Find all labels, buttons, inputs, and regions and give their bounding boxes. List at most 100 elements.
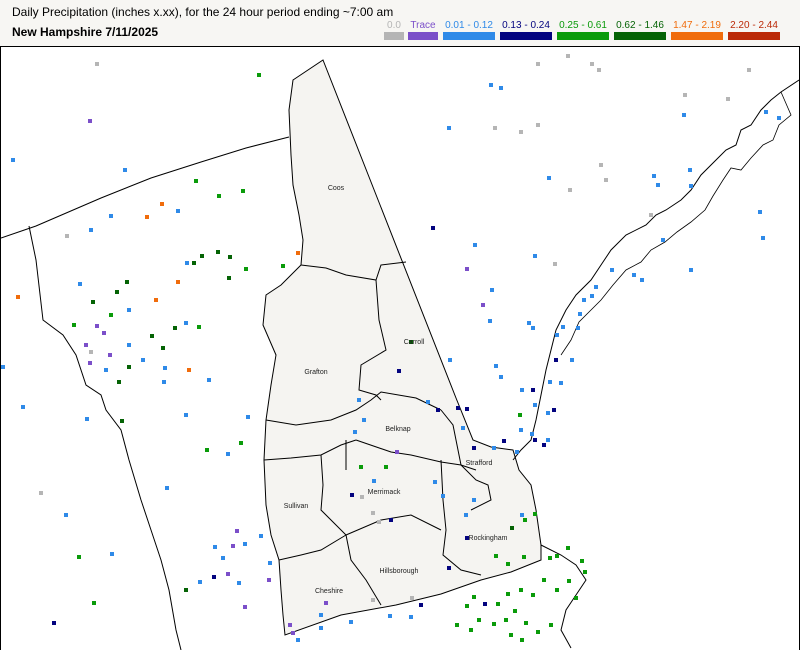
station-marker bbox=[388, 614, 392, 618]
station-marker bbox=[226, 452, 230, 456]
station-marker bbox=[477, 618, 481, 622]
station-marker bbox=[536, 62, 540, 66]
station-marker bbox=[231, 544, 235, 548]
station-marker bbox=[447, 566, 451, 570]
station-marker bbox=[145, 215, 149, 219]
station-marker bbox=[64, 513, 68, 517]
station-marker bbox=[461, 426, 465, 430]
station-marker bbox=[173, 326, 177, 330]
legend-swatch bbox=[384, 32, 404, 40]
station-marker bbox=[465, 267, 469, 271]
station-marker bbox=[455, 623, 459, 627]
station-marker bbox=[533, 254, 537, 258]
legend-label: 0.13 - 0.24 bbox=[502, 20, 550, 31]
station-marker bbox=[436, 408, 440, 412]
station-marker bbox=[268, 561, 272, 565]
station-marker bbox=[324, 601, 328, 605]
station-marker bbox=[604, 178, 608, 182]
station-marker bbox=[533, 438, 537, 442]
county-label: Cheshire bbox=[315, 588, 343, 595]
station-marker bbox=[520, 513, 524, 517]
station-marker bbox=[590, 294, 594, 298]
station-marker bbox=[520, 638, 524, 642]
station-marker bbox=[599, 163, 603, 167]
legend-item: 0.01 - 0.12 bbox=[443, 20, 495, 40]
station-marker bbox=[89, 228, 93, 232]
station-marker bbox=[127, 308, 131, 312]
station-marker bbox=[239, 441, 243, 445]
station-marker bbox=[547, 176, 551, 180]
legend-item: 0.25 - 0.61 bbox=[557, 20, 609, 40]
station-marker bbox=[761, 236, 765, 240]
station-marker bbox=[21, 405, 25, 409]
station-marker bbox=[426, 400, 430, 404]
station-marker bbox=[243, 605, 247, 609]
station-marker bbox=[241, 189, 245, 193]
legend-swatch bbox=[557, 32, 609, 40]
state-outline bbox=[262, 59, 542, 636]
county-label: Carroll bbox=[404, 339, 425, 346]
station-marker bbox=[360, 495, 364, 499]
legend-swatch bbox=[614, 32, 666, 40]
station-marker bbox=[52, 621, 56, 625]
station-marker bbox=[552, 408, 556, 412]
station-marker bbox=[689, 268, 693, 272]
station-marker bbox=[185, 261, 189, 265]
station-marker bbox=[496, 602, 500, 606]
county-label: Grafton bbox=[304, 369, 327, 376]
station-marker bbox=[519, 428, 523, 432]
station-marker bbox=[359, 465, 363, 469]
station-marker bbox=[515, 450, 519, 454]
county-label: Rockingham bbox=[469, 535, 508, 542]
legend-swatch bbox=[728, 32, 780, 40]
station-marker bbox=[570, 358, 574, 362]
station-marker bbox=[244, 267, 248, 271]
station-marker bbox=[291, 631, 295, 635]
map-header: Daily Precipitation (inches x.xx), for t… bbox=[0, 0, 800, 47]
station-marker bbox=[102, 331, 106, 335]
station-marker bbox=[758, 210, 762, 214]
legend-item: 0.0 bbox=[384, 20, 404, 40]
station-marker bbox=[377, 520, 381, 524]
station-marker bbox=[198, 580, 202, 584]
station-marker bbox=[566, 54, 570, 58]
station-marker bbox=[683, 93, 687, 97]
station-marker bbox=[472, 595, 476, 599]
station-marker bbox=[91, 300, 95, 304]
station-marker bbox=[465, 604, 469, 608]
station-marker bbox=[536, 630, 540, 634]
station-marker bbox=[162, 380, 166, 384]
station-marker bbox=[465, 407, 469, 411]
station-marker bbox=[176, 209, 180, 213]
station-marker bbox=[16, 295, 20, 299]
legend-item: 2.20 - 2.44 bbox=[728, 20, 780, 40]
legend-label: 1.47 - 2.19 bbox=[673, 20, 721, 31]
station-marker bbox=[257, 73, 261, 77]
station-marker bbox=[1, 365, 5, 369]
station-marker bbox=[504, 618, 508, 622]
station-marker bbox=[520, 388, 524, 392]
station-marker bbox=[371, 511, 375, 515]
station-marker bbox=[536, 123, 540, 127]
station-marker bbox=[433, 480, 437, 484]
station-marker bbox=[523, 518, 527, 522]
station-marker bbox=[77, 555, 81, 559]
station-marker bbox=[372, 479, 376, 483]
legend-label: 2.20 - 2.44 bbox=[730, 20, 778, 31]
station-marker bbox=[555, 333, 559, 337]
station-marker bbox=[576, 326, 580, 330]
station-marker bbox=[531, 326, 535, 330]
station-marker bbox=[494, 554, 498, 558]
station-marker bbox=[590, 62, 594, 66]
vermont-boundary bbox=[0, 136, 290, 239]
station-marker bbox=[499, 86, 503, 90]
station-marker bbox=[530, 432, 534, 436]
station-marker bbox=[228, 255, 232, 259]
station-marker bbox=[524, 621, 528, 625]
station-marker bbox=[483, 602, 487, 606]
station-marker bbox=[184, 321, 188, 325]
station-marker bbox=[362, 418, 366, 422]
station-marker bbox=[542, 578, 546, 582]
station-marker bbox=[531, 388, 535, 392]
station-marker bbox=[561, 325, 565, 329]
